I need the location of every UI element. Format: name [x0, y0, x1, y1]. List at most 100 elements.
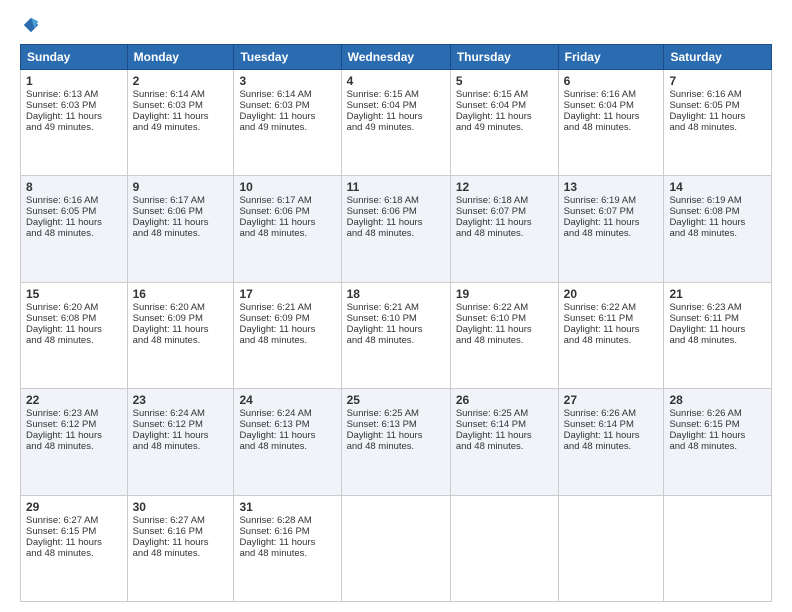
sunrise-line: Sunrise: 6:27 AM: [26, 515, 98, 526]
header: [20, 16, 772, 34]
calendar-cell: [341, 495, 450, 601]
day-number: 7: [669, 74, 766, 88]
day-number: 26: [456, 393, 553, 407]
daylight-line2: and 48 minutes.: [669, 122, 737, 133]
sunrise-line: Sunrise: 6:16 AM: [564, 89, 636, 100]
day-number: 25: [347, 393, 445, 407]
sunset-line: Sunset: 6:16 PM: [239, 526, 309, 537]
daylight-line2: and 48 minutes.: [564, 335, 632, 346]
calendar-cell: 8Sunrise: 6:16 AMSunset: 6:05 PMDaylight…: [21, 176, 128, 282]
daylight-line1: Daylight: 11 hours: [669, 324, 745, 335]
daylight-line1: Daylight: 11 hours: [347, 111, 423, 122]
sunset-line: Sunset: 6:16 PM: [133, 526, 203, 537]
daylight-line1: Daylight: 11 hours: [26, 537, 102, 548]
header-row: SundayMondayTuesdayWednesdayThursdayFrid…: [21, 45, 772, 70]
sunrise-line: Sunrise: 6:20 AM: [26, 302, 98, 313]
sunset-line: Sunset: 6:13 PM: [239, 419, 309, 430]
daylight-line1: Daylight: 11 hours: [26, 324, 102, 335]
header-day: Saturday: [664, 45, 772, 70]
day-number: 11: [347, 180, 445, 194]
sunrise-line: Sunrise: 6:19 AM: [669, 195, 741, 206]
daylight-line2: and 48 minutes.: [26, 228, 94, 239]
calendar-cell: 24Sunrise: 6:24 AMSunset: 6:13 PMDayligh…: [234, 389, 341, 495]
daylight-line1: Daylight: 11 hours: [669, 217, 745, 228]
sunrise-line: Sunrise: 6:16 AM: [669, 89, 741, 100]
sunrise-line: Sunrise: 6:19 AM: [564, 195, 636, 206]
daylight-line1: Daylight: 11 hours: [456, 324, 532, 335]
calendar-cell: 14Sunrise: 6:19 AMSunset: 6:08 PMDayligh…: [664, 176, 772, 282]
day-number: 10: [239, 180, 335, 194]
daylight-line1: Daylight: 11 hours: [347, 324, 423, 335]
day-number: 24: [239, 393, 335, 407]
sunset-line: Sunset: 6:06 PM: [133, 206, 203, 217]
daylight-line2: and 48 minutes.: [239, 548, 307, 559]
calendar-row: 8Sunrise: 6:16 AMSunset: 6:05 PMDaylight…: [21, 176, 772, 282]
day-number: 3: [239, 74, 335, 88]
sunset-line: Sunset: 6:14 PM: [456, 419, 526, 430]
calendar-cell: 26Sunrise: 6:25 AMSunset: 6:14 PMDayligh…: [450, 389, 558, 495]
daylight-line1: Daylight: 11 hours: [133, 111, 209, 122]
calendar-row: 15Sunrise: 6:20 AMSunset: 6:08 PMDayligh…: [21, 282, 772, 388]
sunrise-line: Sunrise: 6:14 AM: [239, 89, 311, 100]
sunset-line: Sunset: 6:05 PM: [26, 206, 96, 217]
calendar-cell: 6Sunrise: 6:16 AMSunset: 6:04 PMDaylight…: [558, 70, 664, 176]
calendar-cell: 19Sunrise: 6:22 AMSunset: 6:10 PMDayligh…: [450, 282, 558, 388]
sunrise-line: Sunrise: 6:17 AM: [133, 195, 205, 206]
sunset-line: Sunset: 6:08 PM: [669, 206, 739, 217]
daylight-line1: Daylight: 11 hours: [347, 430, 423, 441]
day-number: 21: [669, 287, 766, 301]
daylight-line1: Daylight: 11 hours: [26, 430, 102, 441]
sunrise-line: Sunrise: 6:14 AM: [133, 89, 205, 100]
daylight-line2: and 48 minutes.: [669, 441, 737, 452]
calendar-cell: 29Sunrise: 6:27 AMSunset: 6:15 PMDayligh…: [21, 495, 128, 601]
sunrise-line: Sunrise: 6:21 AM: [347, 302, 419, 313]
calendar-cell: 1Sunrise: 6:13 AMSunset: 6:03 PMDaylight…: [21, 70, 128, 176]
sunset-line: Sunset: 6:09 PM: [133, 313, 203, 324]
calendar-cell: 25Sunrise: 6:25 AMSunset: 6:13 PMDayligh…: [341, 389, 450, 495]
daylight-line1: Daylight: 11 hours: [456, 430, 532, 441]
day-number: 13: [564, 180, 659, 194]
calendar-cell: 22Sunrise: 6:23 AMSunset: 6:12 PMDayligh…: [21, 389, 128, 495]
daylight-line1: Daylight: 11 hours: [239, 430, 315, 441]
day-number: 22: [26, 393, 122, 407]
calendar-cell: 7Sunrise: 6:16 AMSunset: 6:05 PMDaylight…: [664, 70, 772, 176]
day-number: 29: [26, 500, 122, 514]
sunrise-line: Sunrise: 6:25 AM: [456, 408, 528, 419]
daylight-line1: Daylight: 11 hours: [239, 537, 315, 548]
sunset-line: Sunset: 6:11 PM: [564, 313, 634, 324]
sunrise-line: Sunrise: 6:24 AM: [133, 408, 205, 419]
sunset-line: Sunset: 6:04 PM: [564, 100, 634, 111]
sunrise-line: Sunrise: 6:23 AM: [669, 302, 741, 313]
day-number: 17: [239, 287, 335, 301]
calendar-cell: 18Sunrise: 6:21 AMSunset: 6:10 PMDayligh…: [341, 282, 450, 388]
daylight-line2: and 49 minutes.: [26, 122, 94, 133]
header-day: Monday: [127, 45, 234, 70]
daylight-line2: and 49 minutes.: [347, 122, 415, 133]
day-number: 14: [669, 180, 766, 194]
daylight-line1: Daylight: 11 hours: [564, 324, 640, 335]
day-number: 4: [347, 74, 445, 88]
daylight-line2: and 48 minutes.: [239, 228, 307, 239]
calendar-cell: 31Sunrise: 6:28 AMSunset: 6:16 PMDayligh…: [234, 495, 341, 601]
logo: [20, 16, 40, 34]
sunset-line: Sunset: 6:03 PM: [133, 100, 203, 111]
daylight-line2: and 48 minutes.: [239, 335, 307, 346]
sunset-line: Sunset: 6:15 PM: [26, 526, 96, 537]
sunrise-line: Sunrise: 6:23 AM: [26, 408, 98, 419]
calendar-row: 29Sunrise: 6:27 AMSunset: 6:15 PMDayligh…: [21, 495, 772, 601]
daylight-line2: and 48 minutes.: [564, 122, 632, 133]
sunrise-line: Sunrise: 6:27 AM: [133, 515, 205, 526]
daylight-line1: Daylight: 11 hours: [564, 111, 640, 122]
daylight-line2: and 49 minutes.: [239, 122, 307, 133]
calendar-cell: 21Sunrise: 6:23 AMSunset: 6:11 PMDayligh…: [664, 282, 772, 388]
day-number: 18: [347, 287, 445, 301]
sunset-line: Sunset: 6:09 PM: [239, 313, 309, 324]
sunrise-line: Sunrise: 6:22 AM: [564, 302, 636, 313]
daylight-line1: Daylight: 11 hours: [456, 111, 532, 122]
daylight-line2: and 48 minutes.: [347, 335, 415, 346]
daylight-line2: and 48 minutes.: [456, 228, 524, 239]
sunrise-line: Sunrise: 6:15 AM: [347, 89, 419, 100]
day-number: 8: [26, 180, 122, 194]
day-number: 30: [133, 500, 229, 514]
sunset-line: Sunset: 6:07 PM: [456, 206, 526, 217]
